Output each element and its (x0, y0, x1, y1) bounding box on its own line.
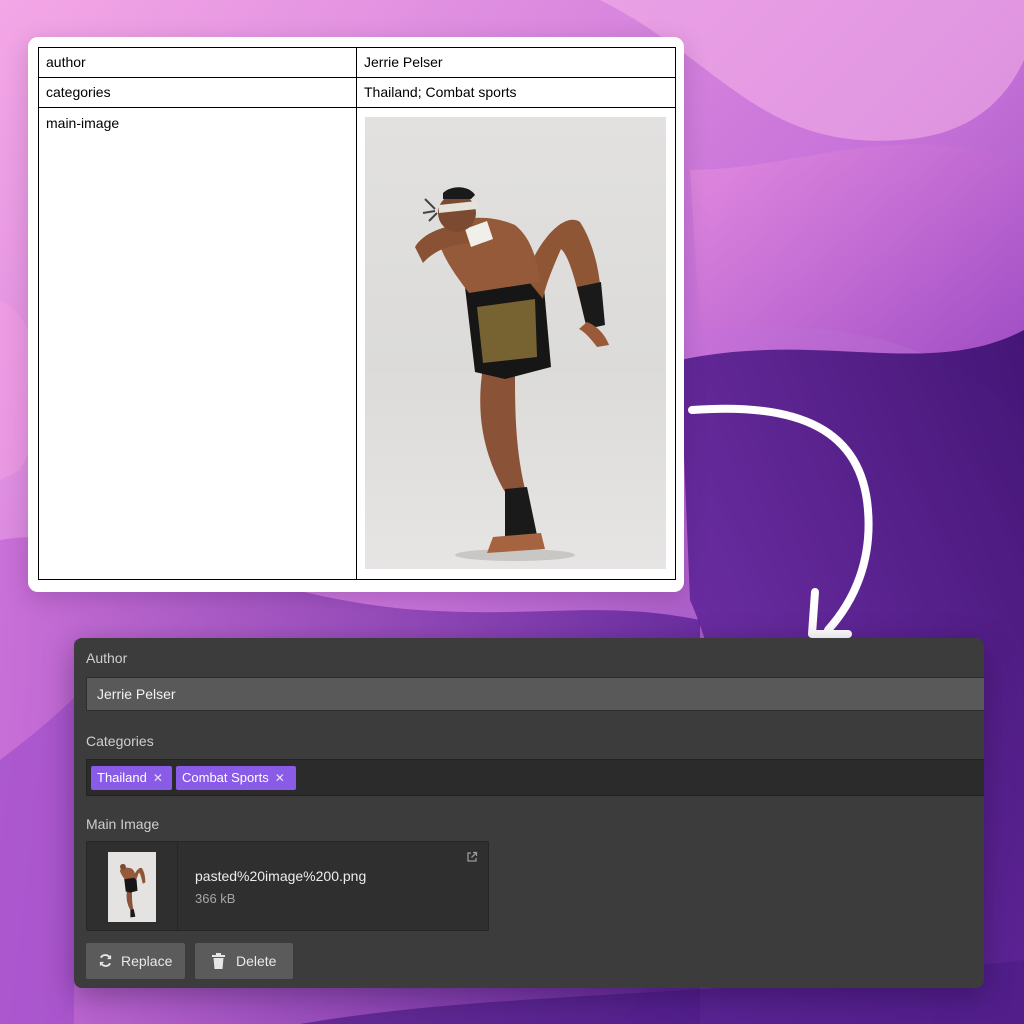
remove-tag-icon[interactable]: ✕ (153, 771, 163, 785)
image-file-card: pasted%20image%200.png 366 kB (86, 841, 489, 931)
author-field[interactable]: Jerrie Pelser (86, 677, 984, 711)
category-tag-label: Thailand (97, 770, 147, 785)
replace-button[interactable]: Replace (86, 943, 185, 979)
delete-button-label: Delete (236, 953, 277, 969)
image-file-size: 366 kB (195, 891, 236, 906)
category-tag[interactable]: Thailand ✕ (91, 766, 172, 790)
refresh-icon (99, 954, 112, 967)
category-tag-label: Combat Sports (182, 770, 269, 785)
main-image-label: Main Image (86, 816, 160, 832)
delete-button[interactable]: Delete (195, 943, 293, 979)
cms-item-editor: Author Jerrie Pelser Categories Thailand… (74, 638, 984, 988)
external-link-icon[interactable] (466, 851, 478, 863)
categories-label: Categories (86, 733, 154, 749)
categories-field[interactable]: Thailand ✕ Combat Sports ✕ (86, 759, 984, 796)
category-tag[interactable]: Combat Sports ✕ (176, 766, 296, 790)
image-thumbnail-frame (87, 842, 178, 930)
replace-button-label: Replace (121, 953, 173, 969)
image-file-name: pasted%20image%200.png (195, 868, 367, 884)
trash-icon (212, 953, 225, 969)
image-thumbnail[interactable] (108, 852, 156, 922)
author-label: Author (86, 650, 128, 666)
remove-tag-icon[interactable]: ✕ (275, 771, 285, 785)
